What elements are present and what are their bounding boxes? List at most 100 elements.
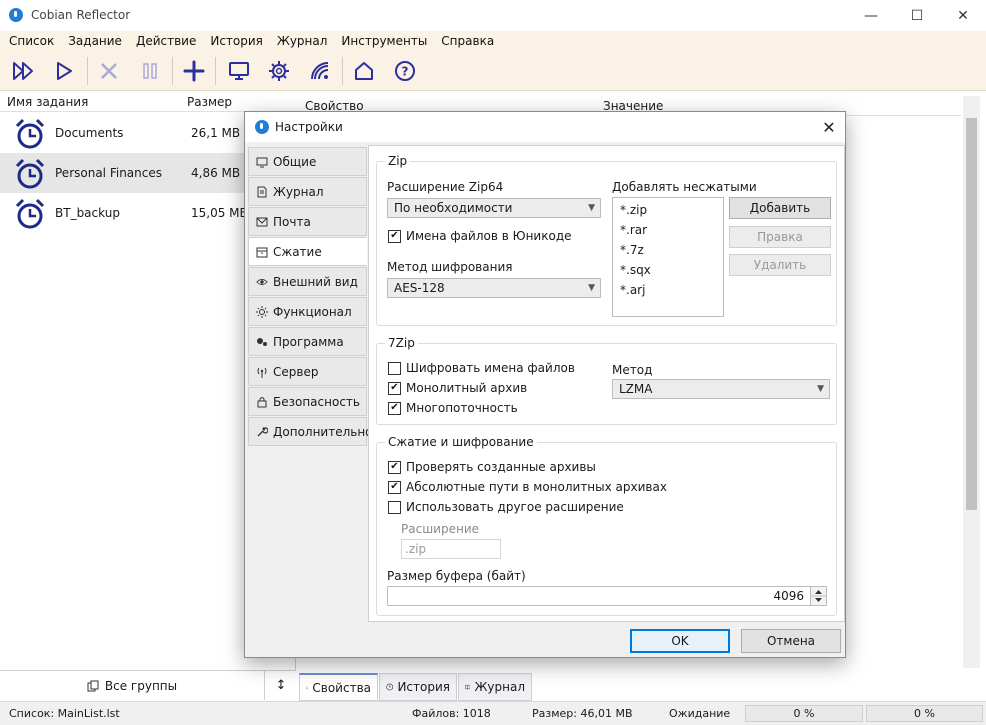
- list-item[interactable]: *.rar: [620, 223, 647, 237]
- checkbox-checked-icon: ✔: [388, 401, 401, 415]
- encryption-combo[interactable]: AES-128 ▼: [387, 278, 601, 298]
- column-size[interactable]: Размер: [187, 95, 232, 109]
- checkbox-checked-icon: ✔: [388, 381, 401, 395]
- compression-group: Сжатие и шифрование ✔ Проверять созданны…: [376, 435, 837, 616]
- column-task-name[interactable]: Имя задания: [7, 95, 88, 109]
- add-button[interactable]: Добавить: [729, 197, 831, 219]
- other-extension-checkbox[interactable]: Использовать другое расширение: [388, 500, 624, 514]
- tab-compression[interactable]: Сжатие: [248, 237, 367, 266]
- list-item[interactable]: *.sqx: [620, 263, 651, 277]
- list-item[interactable]: *.zip: [620, 203, 647, 217]
- zip-group-title: Zip: [385, 154, 411, 168]
- chevron-down-icon: ▼: [588, 283, 595, 293]
- document-icon: [256, 186, 268, 198]
- buffer-size-label: Размер буфера (байт): [387, 569, 526, 583]
- sort-icon[interactable]: ↕: [266, 671, 296, 700]
- task-list-header: Имя задания Размер: [0, 92, 296, 112]
- unicode-label: Имена файлов в Юникоде: [406, 229, 572, 243]
- tab-program[interactable]: Программа: [248, 327, 367, 356]
- menu-action[interactable]: Действие: [129, 34, 203, 48]
- properties-scrollbar[interactable]: [963, 96, 980, 668]
- menu-list[interactable]: Список: [2, 34, 61, 48]
- dialog-title-bar: Настройки ✕: [245, 112, 845, 142]
- tab-security[interactable]: Безопасность: [248, 387, 367, 416]
- pause-icon[interactable]: [136, 57, 164, 85]
- method-label: Метод: [612, 363, 653, 377]
- verify-archives-checkbox[interactable]: ✔ Проверять созданные архивы: [388, 460, 596, 474]
- sun-icon: [256, 305, 268, 318]
- stop-icon[interactable]: [95, 57, 123, 85]
- history-icon: [386, 683, 394, 691]
- menu-task[interactable]: Задание: [61, 34, 129, 48]
- extension-input[interactable]: .zip: [401, 539, 501, 559]
- cancel-button[interactable]: Отмена: [741, 629, 841, 653]
- uncompressed-list[interactable]: *.zip *.rar *.7z *.sqx *.arj: [612, 197, 724, 317]
- run-all-icon[interactable]: [10, 57, 38, 85]
- title-bar: Cobian Reflector — ☐ ✕: [0, 0, 986, 31]
- tab-advanced[interactable]: Дополнительно: [248, 417, 373, 446]
- encrypt-names-label: Шифровать имена файлов: [406, 361, 575, 375]
- alarm-clock-icon: [15, 158, 45, 189]
- close-button[interactable]: ✕: [940, 0, 986, 31]
- edit-button[interactable]: Правка: [729, 226, 831, 248]
- app-logo-icon: [255, 120, 269, 134]
- network-icon[interactable]: [306, 57, 334, 85]
- all-groups-label: Все группы: [104, 678, 178, 693]
- multithread-checkbox[interactable]: ✔ Многопоточность: [388, 401, 518, 415]
- run-icon[interactable]: [50, 57, 78, 85]
- add-icon[interactable]: [180, 57, 208, 85]
- tab-functionality-label: Функционал: [273, 304, 352, 319]
- delete-button[interactable]: Удалить: [729, 254, 831, 276]
- tab-history[interactable]: История: [379, 673, 457, 701]
- tab-history-label: История: [397, 680, 450, 694]
- list-item[interactable]: *.7z: [620, 243, 644, 257]
- dialog-title: Настройки: [275, 120, 343, 134]
- tab-mail-label: Почта: [273, 214, 311, 229]
- menu-log[interactable]: Журнал: [270, 34, 335, 48]
- zip64-combo[interactable]: По необходимости ▼: [387, 198, 601, 218]
- help-icon[interactable]: ?: [391, 57, 419, 85]
- tab-log[interactable]: Журнал: [458, 673, 532, 701]
- menu-history[interactable]: История: [203, 34, 270, 48]
- menu-bar: Список Задание Действие История Журнал И…: [0, 31, 986, 51]
- tab-general[interactable]: Общие: [248, 147, 367, 176]
- absolute-paths-checkbox[interactable]: ✔ Абсолютные пути в монолитных архивах: [388, 480, 667, 494]
- menu-tools[interactable]: Инструменты: [334, 34, 434, 48]
- checkbox-checked-icon: ✔: [388, 480, 401, 494]
- all-groups-button[interactable]: Все группы: [0, 671, 265, 700]
- buffer-size-input[interactable]: 4096: [387, 586, 811, 606]
- settings-icon[interactable]: [265, 57, 293, 85]
- minimize-button[interactable]: —: [848, 0, 894, 31]
- ok-button[interactable]: OK: [630, 629, 730, 653]
- unicode-checkbox[interactable]: ✔ Имена файлов в Юникоде: [388, 229, 572, 243]
- tab-log[interactable]: Журнал: [248, 177, 367, 206]
- tab-appearance[interactable]: Внешний вид: [248, 267, 367, 296]
- app-logo-icon: [9, 8, 23, 22]
- dialog-close-button[interactable]: ✕: [817, 116, 841, 138]
- tab-program-label: Программа: [273, 334, 344, 349]
- menu-help[interactable]: Справка: [434, 34, 501, 48]
- monitor-icon: [306, 686, 309, 689]
- compression-group-title: Сжатие и шифрование: [385, 435, 537, 449]
- multithread-label: Многопоточность: [406, 401, 518, 415]
- tab-functionality[interactable]: Функционал: [248, 297, 367, 326]
- tab-server[interactable]: Сервер: [248, 357, 367, 386]
- tab-mail[interactable]: Почта: [248, 207, 367, 236]
- list-item[interactable]: *.arj: [620, 283, 645, 297]
- home-icon[interactable]: [350, 57, 378, 85]
- tab-properties[interactable]: Свойства: [299, 673, 378, 701]
- tab-log-label: Журнал: [474, 680, 525, 694]
- buffer-size-spinner[interactable]: [810, 586, 827, 606]
- window-title: Cobian Reflector: [31, 8, 131, 22]
- wrench-icon: [256, 426, 268, 438]
- encrypt-names-checkbox[interactable]: Шифровать имена файлов: [388, 361, 575, 375]
- 7zip-group: 7Zip Шифровать имена файлов ✔ Монолитный…: [376, 336, 837, 425]
- properties-tabs: Свойства История Журнал: [297, 673, 986, 701]
- task-size: 15,05 MB: [191, 206, 248, 220]
- scrollbar-thumb[interactable]: [966, 118, 977, 510]
- compression-settings-pane: Zip Расширение Zip64 По необходимости ▼ …: [368, 145, 845, 622]
- solid-archive-checkbox[interactable]: ✔ Монолитный архив: [388, 381, 527, 395]
- computer-icon[interactable]: [225, 57, 253, 85]
- maximize-button[interactable]: ☐: [894, 0, 940, 31]
- method-combo[interactable]: LZMA ▼: [612, 379, 830, 399]
